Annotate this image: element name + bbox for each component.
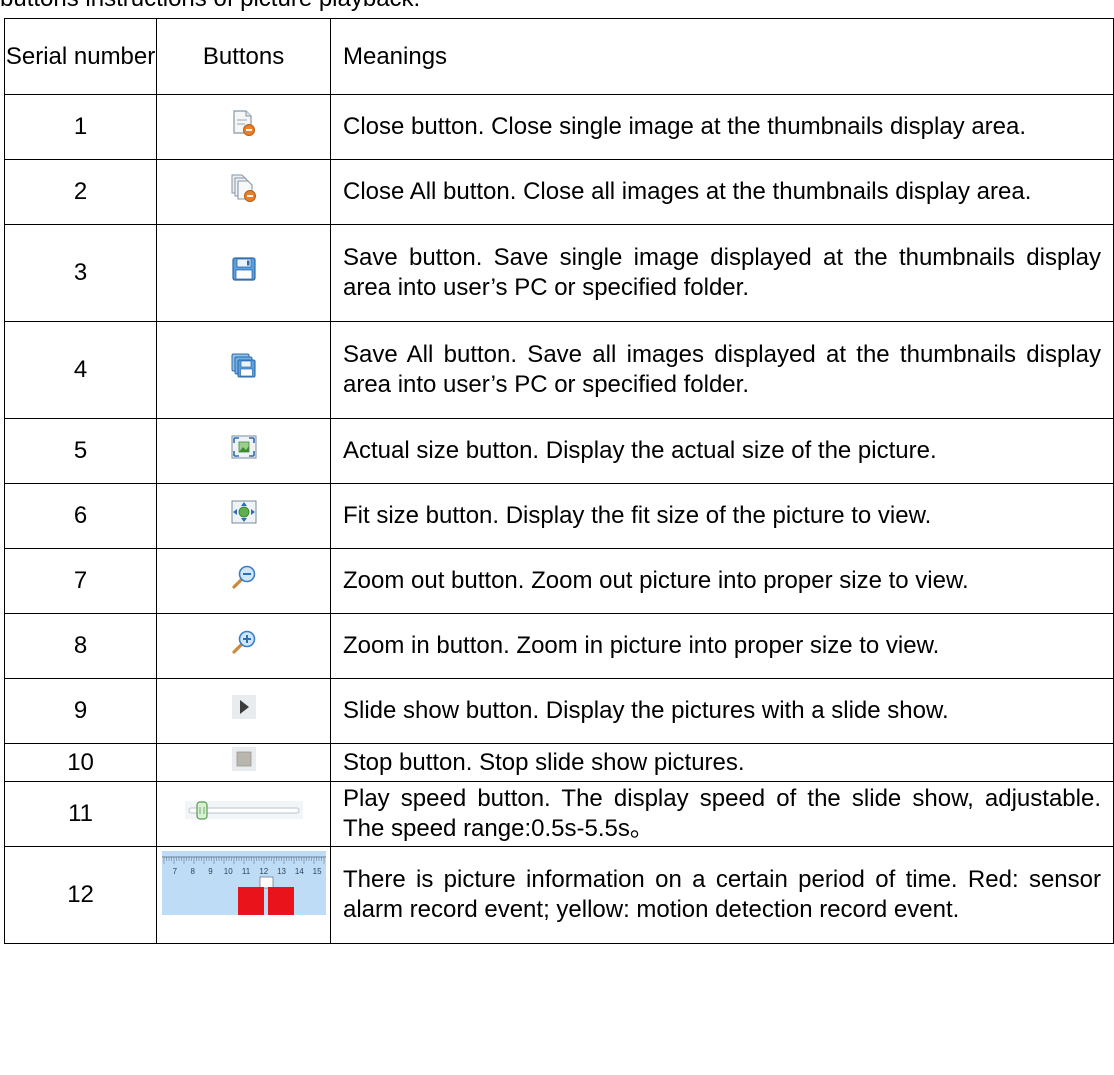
timeline-tick-label: 15	[312, 867, 321, 876]
header-serial-number: Serial number	[3, 18, 158, 95]
serial-cell: 3	[3, 224, 158, 322]
meaning-cell: There is picture information on a certai…	[329, 846, 1114, 944]
serial-cell: 11	[3, 781, 158, 847]
button-cell	[156, 483, 331, 549]
button-cell	[156, 781, 331, 847]
timeline-icon: 7 8 9 10 11 12 13 14 15	[161, 851, 326, 939]
meaning-cell: Save All button. Save all images display…	[329, 321, 1114, 419]
table-row: 8 Zoom in button. Zoom in picture into p…	[3, 613, 1114, 679]
table-row: 4 Save All button. Save all images displ…	[3, 321, 1114, 419]
alarm-event-block	[267, 887, 294, 915]
button-cell: 7 8 9 10 11 12 13 14 15	[156, 846, 331, 944]
meaning-cell: Actual size button. Display the actual s…	[329, 418, 1114, 484]
timeline-graphic: 7 8 9 10 11 12 13 14 15	[161, 851, 326, 915]
button-cell	[156, 159, 331, 225]
table-row: 1 Close button. Close single image at th…	[3, 94, 1114, 160]
button-cell	[156, 224, 331, 322]
button-cell	[156, 321, 331, 419]
table-row: 3 Save button. Save single image display…	[3, 224, 1114, 322]
save-icon	[231, 256, 257, 290]
table-row: 7 Zoom out button. Zoom out picture into…	[3, 548, 1114, 614]
meaning-cell: Close button. Close single image at the …	[329, 94, 1114, 160]
serial-cell: 6	[3, 483, 158, 549]
timeline-tick-label: 10	[223, 867, 232, 876]
save-all-icon	[231, 353, 257, 387]
actual-size-icon	[231, 435, 257, 467]
timeline-tick-label: 9	[208, 867, 213, 876]
serial-cell: 5	[3, 418, 158, 484]
timeline-tick-label: 11	[241, 867, 250, 876]
serial-cell: 10	[3, 743, 158, 782]
table-row: 5 Actual size button. Display the actual…	[3, 418, 1114, 484]
close-single-icon	[231, 109, 257, 145]
meaning-cell: Play speed button. The display speed of …	[329, 781, 1114, 847]
header-buttons: Buttons	[156, 18, 331, 95]
buttons-table: Serial number Buttons Meanings 1 Close b…	[3, 18, 1114, 944]
timeline-tick-label: 13	[277, 867, 286, 876]
meaning-cell: Fit size button. Display the fit size of…	[329, 483, 1114, 549]
meaning-cell: Slide show button. Display the pictures …	[329, 678, 1114, 744]
button-cell	[156, 613, 331, 679]
serial-cell: 12	[3, 846, 158, 944]
serial-cell: 4	[3, 321, 158, 419]
table-row: 9 Slide show button. Display the picture…	[3, 678, 1114, 744]
button-cell	[156, 418, 331, 484]
stop-icon	[231, 746, 256, 779]
intro-text: buttons instructions of picture playback…	[0, 0, 1114, 14]
serial-cell: 9	[3, 678, 158, 744]
play-icon	[231, 695, 256, 727]
speed-slider-icon	[184, 797, 303, 831]
close-all-icon	[230, 174, 258, 210]
zoom-out-icon	[230, 564, 258, 598]
timeline-tick-label: 12	[259, 867, 268, 876]
serial-cell: 1	[3, 94, 158, 160]
button-cell	[156, 548, 331, 614]
timeline-tick-label: 14	[294, 867, 303, 876]
zoom-in-icon	[230, 629, 258, 663]
timeline-cursor	[259, 876, 273, 889]
meaning-cell: Save button. Save single image displayed…	[329, 224, 1114, 322]
button-cell	[156, 678, 331, 744]
timeline-tick-label: 7	[172, 867, 177, 876]
button-cell	[156, 94, 331, 160]
alarm-event-block	[237, 887, 264, 915]
table-row: 11 Play speed button. The display speed …	[3, 781, 1114, 847]
meaning-cell: Zoom out button. Zoom out picture into p…	[329, 548, 1114, 614]
meaning-cell: Close All button. Close all images at th…	[329, 159, 1114, 225]
fit-size-icon	[231, 500, 257, 532]
table-row: 6 Fit size button. Display the fit size …	[3, 483, 1114, 549]
meaning-cell: Zoom in button. Zoom in picture into pro…	[329, 613, 1114, 679]
header-meanings: Meanings	[329, 18, 1114, 95]
table-row: 2 Close All button. Close all images at …	[3, 159, 1114, 225]
meaning-cell: Stop button. Stop slide show pictures.	[329, 743, 1114, 782]
serial-cell: 2	[3, 159, 158, 225]
table-row: 12 7 8 9 10 11 12 13 14 15 There is picture info…	[3, 846, 1114, 944]
timeline-tick-label: 8	[190, 867, 195, 876]
table-header-row: Serial number Buttons Meanings	[3, 18, 1114, 95]
serial-cell: 7	[3, 548, 158, 614]
serial-cell: 8	[3, 613, 158, 679]
button-cell	[156, 743, 331, 782]
table-row: 10 Stop button. Stop slide show pictures…	[3, 743, 1114, 782]
